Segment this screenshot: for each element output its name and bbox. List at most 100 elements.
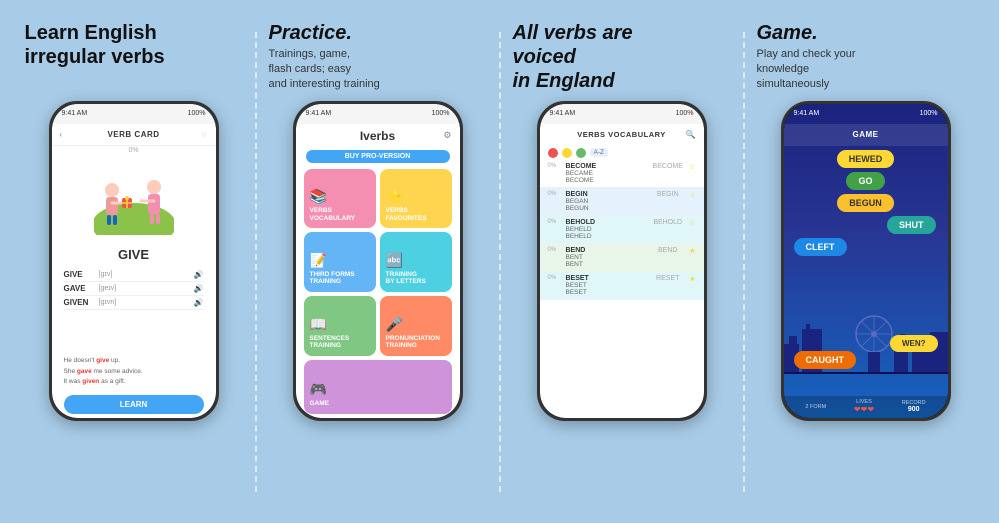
time4: 9:41 AM	[794, 110, 820, 117]
progress-text: 0%	[52, 146, 216, 155]
panel-1: Learn English irregular verbs 9:41 AM 10…	[13, 15, 255, 427]
vli-star-5[interactable]: ★	[689, 275, 695, 283]
search-icon[interactable]: 🔍	[686, 130, 696, 139]
sound-icon-2[interactable]: 🔊	[194, 284, 204, 293]
vli-forms-3: BEHOLD BEHELD BEHELD	[566, 219, 647, 240]
form-label: 2 FORM	[805, 404, 826, 410]
give-illustration	[94, 165, 174, 235]
verb-name-2: GAVE	[64, 284, 99, 293]
game-word-begun[interactable]: BEGUN	[837, 194, 894, 212]
vli-trans-3: BEHOLD	[650, 219, 685, 226]
battery3: 100%	[676, 110, 694, 117]
vli-forms-2: BEGIN BEGAN BEGUN	[566, 191, 647, 212]
phone2-screen: 9:41 AM 100% Iverbs ⚙ BUY PRO-VERSION 📚 …	[296, 104, 460, 418]
verb-phonetic-2: [geɪv]	[99, 285, 194, 292]
pro-button[interactable]: BUY PRO-VERSION	[306, 150, 450, 163]
time2: 9:41 AM	[306, 110, 332, 117]
menu-item-pronunciation[interactable]: 🎤 PRONUNCIATIONTRAINING	[380, 296, 452, 356]
sound-icon-1[interactable]: 🔊	[194, 270, 204, 279]
phone1-screen: 9:41 AM 100% ‹ VERB CARD ☆ 0%	[52, 104, 216, 418]
verb-item-behold[interactable]: 0% BEHOLD BEHELD BEHELD BEHOLD ☆	[540, 216, 704, 244]
game-word-caught[interactable]: CAUGHT	[794, 351, 857, 369]
game-lives: LIVES ❤❤❤	[854, 399, 874, 414]
phone1-statusbar: 9:41 AM 100%	[52, 104, 216, 124]
verb-illustration-area	[52, 155, 216, 245]
vli-f2-1: BECAME	[566, 170, 647, 177]
verb-phonetic-3: [gɪvn]	[99, 299, 194, 306]
filter-dot-red	[548, 148, 558, 158]
panel-2: Practice. Trainings, game, flash cards; …	[257, 15, 499, 427]
learn-button[interactable]: LEARN	[64, 395, 204, 414]
filter-az[interactable]: A-Z	[590, 148, 608, 157]
vli-f2-3: BEHELD	[566, 226, 647, 233]
third-label: THIRD FORMSTRAINING	[310, 271, 355, 287]
panel-4: Game. Play and check your knowledge simu…	[745, 15, 987, 427]
game-word-wen[interactable]: WEN?	[890, 335, 938, 352]
panel4-subtitle: Play and check your knowledge simultaneo…	[757, 47, 856, 93]
panels-row: Learn English irregular verbs 9:41 AM 10…	[5, 7, 995, 517]
vli-f2-2: BEGAN	[566, 198, 647, 205]
vli-forms-1: BECOME BECAME BECOME	[566, 163, 647, 184]
verb-item-beset[interactable]: 0% BESET BESET BESET RESET ★	[540, 272, 704, 300]
vli-f3-1: BECOME	[566, 177, 647, 184]
menu-item-third-forms[interactable]: 📝 THIRD FORMSTRAINING	[304, 232, 376, 292]
vocab-icon: 📚	[310, 188, 327, 205]
vli-prog-2: 0%	[548, 191, 562, 197]
phone4-header: GAME	[784, 124, 948, 146]
menu-item-favourites[interactable]: ⭐ VERBSFAVOURITES	[380, 169, 452, 229]
fav-icon: ⭐	[386, 188, 403, 205]
game-word-cleft[interactable]: CLEFT	[794, 238, 847, 256]
filter-row: A-Z	[540, 146, 704, 160]
time1: 9:41 AM	[62, 110, 88, 117]
sentences-label: SENTENCESTRAINING	[310, 335, 350, 351]
sound-icon-3[interactable]: 🔊	[194, 298, 204, 307]
vli-trans-5: RESET	[650, 275, 685, 282]
vli-star-4[interactable]: ★	[689, 247, 695, 255]
vli-f1-1: BECOME	[566, 163, 647, 170]
verb-forms-list: GIVE [gɪv] 🔊 GAVE [geɪv] 🔊 GIVEN [gɪvn]	[52, 264, 216, 354]
vli-forms-4: BEND BENT BENT	[566, 247, 647, 268]
phone-2: 9:41 AM 100% Iverbs ⚙ BUY PRO-VERSION 📚 …	[293, 101, 463, 421]
vli-star-3[interactable]: ☆	[689, 219, 695, 227]
menu-item-letters[interactable]: 🔤 TRAININGBY LETTERS	[380, 232, 452, 292]
back-arrow-icon[interactable]: ‹	[60, 130, 63, 139]
verb-phonetic-1: [gɪv]	[99, 271, 194, 278]
verb-row-1: GIVE [gɪv] 🔊	[64, 268, 204, 282]
verb-item-become[interactable]: 0% BECOME BECAME BECOME BECOME ☆	[540, 160, 704, 188]
vli-trans-2: BEGIN	[650, 191, 685, 198]
pronunciation-icon: 🎤	[386, 316, 403, 333]
verb-item-begin[interactable]: 0% BEGIN BEGAN BEGUN BEGIN ☆	[540, 188, 704, 216]
record-value: 900	[908, 406, 920, 413]
vli-f3-5: BESET	[566, 289, 647, 296]
game-footer: 2 FORM LIVES ❤❤❤ RECORD 900	[784, 396, 948, 418]
vli-f1-2: BEGIN	[566, 191, 647, 198]
panel2-subtitle: Trainings, game, flash cards; easy and i…	[269, 47, 380, 93]
gear-icon[interactable]: ⚙	[443, 130, 451, 141]
game-form-info: 2 FORM	[805, 404, 826, 410]
vli-trans-4: BEND	[650, 247, 685, 254]
vli-star-1[interactable]: ☆	[689, 163, 695, 171]
menu-item-game[interactable]: 🎮 GAME	[304, 360, 452, 413]
third-icon: 📝	[310, 252, 327, 269]
vli-f3-3: BEHELD	[566, 233, 647, 240]
phone1-header: ‹ VERB CARD ☆	[52, 124, 216, 146]
game-word-go[interactable]: GO	[846, 172, 884, 190]
vli-star-2[interactable]: ☆	[689, 191, 695, 199]
menu-item-vocab[interactable]: 📚 VERBSVOCABULARY	[304, 169, 376, 229]
verb-item-bend[interactable]: 0% BEND BENT BENT BEND ★	[540, 244, 704, 272]
letters-label: TRAININGBY LETTERS	[386, 271, 426, 287]
vli-prog-1: 0%	[548, 163, 562, 169]
vli-f2-4: BENT	[566, 254, 647, 261]
vli-f2-5: BESET	[566, 282, 647, 289]
sentences-icon: 📖	[310, 316, 327, 333]
game-word-hewed[interactable]: HEWED	[837, 150, 895, 168]
game-word-shut[interactable]: SHUT	[887, 216, 936, 234]
star-icon[interactable]: ☆	[200, 130, 207, 139]
vli-prog-4: 0%	[548, 247, 562, 253]
phone2-statusbar: 9:41 AM 100%	[296, 104, 460, 124]
panel4-text: Game. Play and check your knowledge simu…	[749, 21, 983, 101]
panel1-text: Learn English irregular verbs	[17, 21, 251, 101]
menu-item-sentences[interactable]: 📖 SENTENCESTRAINING	[304, 296, 376, 356]
verb-name-3: GIVEN	[64, 298, 99, 307]
game-record: RECORD 900	[902, 400, 926, 413]
